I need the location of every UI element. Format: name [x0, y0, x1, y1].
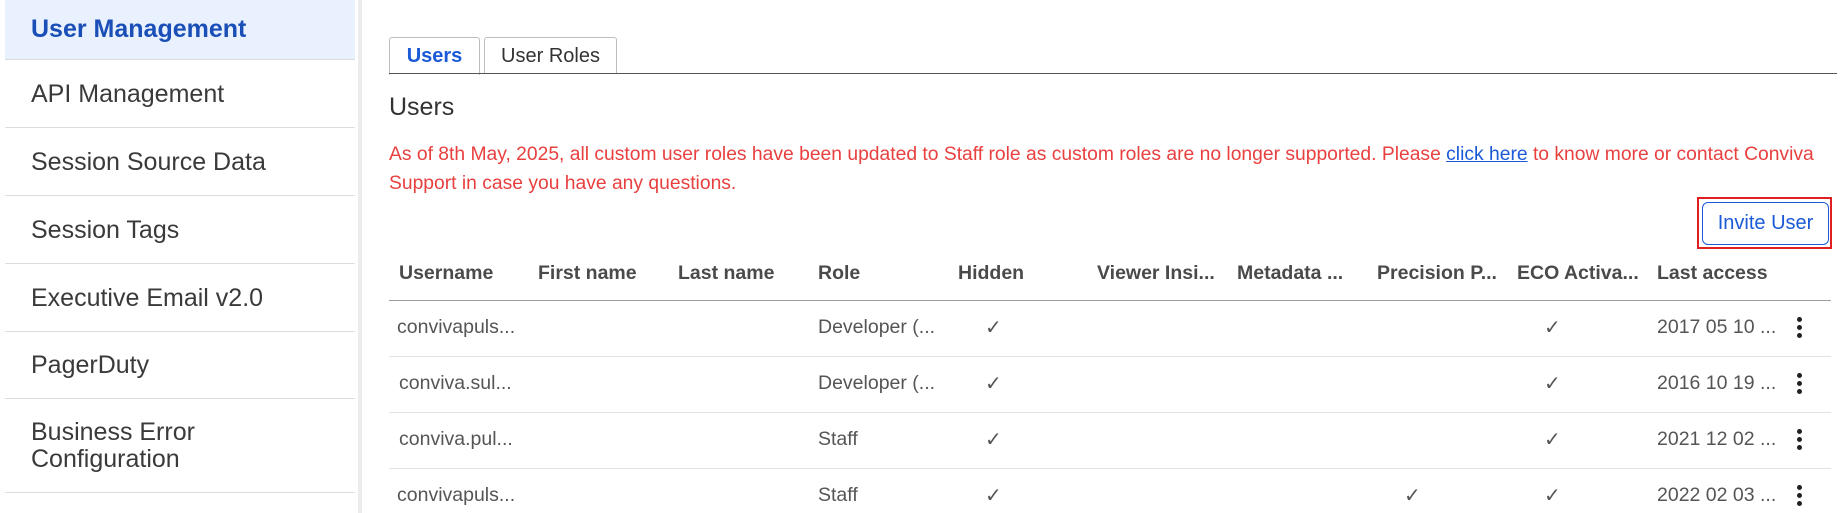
cell-eco-check: ✓	[1544, 429, 1561, 451]
table-row[interactable]: conviva.pul... Staff ✓ ✓ 2021 12 02 ...	[389, 413, 1831, 469]
column-header-last-access[interactable]: Last access	[1657, 262, 1768, 285]
row-actions-kebab-icon[interactable]	[1789, 429, 1809, 453]
sidebar-item-business-error-configuration[interactable]: Business Error Configuration	[5, 400, 355, 493]
sidebar: User Management API Management Session S…	[0, 0, 356, 513]
cell-username: convivapuls...	[397, 316, 516, 338]
cell-role: Developer (...	[818, 372, 936, 394]
cell-hidden-check: ✓	[985, 317, 1002, 339]
page-title: Users	[389, 93, 455, 121]
sidebar-item-label: User Management	[31, 15, 247, 43]
row-actions-kebab-icon[interactable]	[1789, 317, 1809, 341]
users-table: Username First name Last name Role Hidde…	[389, 252, 1831, 513]
cell-hidden-check: ✓	[985, 429, 1002, 451]
row-actions-kebab-icon[interactable]	[1789, 373, 1809, 397]
sidebar-item-label: PagerDuty	[31, 351, 150, 379]
sidebar-item-pagerduty[interactable]: PagerDuty	[5, 333, 355, 399]
tab-label: Users	[406, 45, 463, 67]
sidebar-item-label: Session Source Data	[31, 147, 266, 176]
cell-eco-check: ✓	[1544, 485, 1561, 507]
table-header: Username First name Last name Role Hidde…	[389, 252, 1831, 301]
cell-last-access: 2022 02 03 ...	[1657, 484, 1777, 506]
sidebar-item-label: Session Tags	[31, 215, 180, 244]
sidebar-item-label: Executive Email v2.0	[31, 283, 264, 312]
sidebar-item-session-tags[interactable]: Session Tags	[5, 197, 355, 264]
table-row[interactable]: convivapuls... Developer (... ✓ ✓ 2017 0…	[389, 301, 1831, 357]
column-header-metadata[interactable]: Metadata ...	[1237, 262, 1343, 285]
cell-role: Staff	[818, 428, 858, 450]
cell-role: Developer (...	[818, 316, 936, 338]
notice-text-prefix: As of 8th May, 2025, all custom user rol…	[389, 144, 1447, 165]
sidebar-item-user-management[interactable]: User Management	[5, 0, 355, 60]
app: User Management API Management Session S…	[0, 0, 1842, 513]
tab-users[interactable]: Users	[389, 37, 480, 75]
sidebar-item-executive-email[interactable]: Executive Email v2.0	[5, 265, 355, 332]
cell-hidden-check: ✓	[985, 373, 1002, 395]
cell-username: convivapuls...	[397, 484, 516, 506]
tab-user-roles[interactable]: User Roles	[484, 37, 617, 74]
sidebar-item-label: API Management	[31, 79, 225, 108]
cell-eco-check: ✓	[1544, 317, 1561, 339]
column-header-username[interactable]: Username	[399, 262, 493, 285]
cell-hidden-check: ✓	[985, 485, 1002, 507]
tabs-underline	[389, 73, 1837, 74]
column-header-precision[interactable]: Precision P...	[1377, 262, 1497, 285]
main-content: Users User Roles Users As of 8th May, 20…	[362, 0, 1842, 513]
sidebar-item-api-management[interactable]: API Management	[5, 61, 355, 128]
table-row[interactable]: convivapuls... Staff ✓ ✓ ✓ 2022 02 03 ..…	[389, 469, 1831, 513]
cell-eco-check: ✓	[1544, 373, 1561, 395]
column-header-hidden[interactable]: Hidden	[958, 262, 1024, 285]
column-header-last-name[interactable]: Last name	[678, 262, 774, 285]
invite-user-button[interactable]: Invite User	[1702, 202, 1829, 245]
cell-last-access: 2016 10 19 ...	[1657, 372, 1777, 394]
column-header-role[interactable]: Role	[818, 262, 860, 285]
cell-username: conviva.sul...	[399, 372, 512, 394]
click-here-link[interactable]: click here	[1446, 144, 1527, 165]
column-header-viewer-insights[interactable]: Viewer Insi...	[1097, 262, 1215, 285]
tab-label: User Roles	[501, 44, 600, 67]
cell-username: conviva.pul...	[399, 428, 513, 450]
notice-message: As of 8th May, 2025, all custom user rol…	[389, 140, 1829, 198]
cell-precision-check: ✓	[1404, 485, 1421, 507]
column-header-eco-activation[interactable]: ECO Activa...	[1517, 262, 1639, 285]
sidebar-item-label: Business Error Configuration	[31, 418, 195, 473]
column-header-first-name[interactable]: First name	[538, 262, 637, 285]
tab-bar: Users User Roles	[389, 37, 621, 75]
table-row[interactable]: conviva.sul... Developer (... ✓ ✓ 2016 1…	[389, 357, 1831, 413]
cell-last-access: 2017 05 10 ...	[1657, 316, 1777, 338]
cell-last-access: 2021 12 02 ...	[1657, 428, 1777, 450]
row-actions-kebab-icon[interactable]	[1789, 485, 1809, 509]
sidebar-item-session-source-data[interactable]: Session Source Data	[5, 129, 355, 196]
cell-role: Staff	[818, 484, 858, 506]
